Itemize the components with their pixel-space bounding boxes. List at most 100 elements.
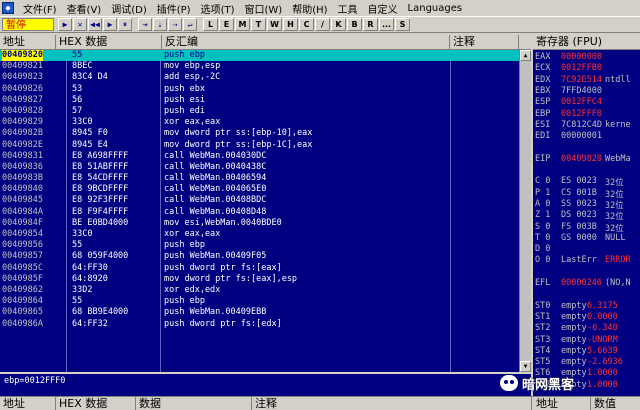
table-row[interactable]: 00409856 55 push ebp: [0, 240, 531, 251]
step-over-icon[interactable]: ⇣: [153, 18, 167, 31]
scroll-down-icon[interactable]: ▼: [520, 361, 531, 372]
register-line[interactable]: EBX 7FFD4000: [535, 86, 640, 97]
register-line[interactable]: ECX 0012FFB0: [535, 63, 640, 74]
register-line[interactable]: A 0 SS 0023 32位: [535, 199, 640, 210]
table-row[interactable]: 0040985C 64:FF30 push dword ptr fs:[eax]: [0, 263, 531, 274]
modules-button[interactable]: E: [219, 18, 234, 31]
menu-customize[interactable]: 自定义: [363, 1, 403, 16]
menu-view[interactable]: 查看(V): [62, 1, 107, 16]
table-row[interactable]: 0040984F BE E0BD4000 mov esi,WebMan.0040BD…: [0, 218, 531, 229]
dump-col-address[interactable]: 地址: [0, 397, 56, 410]
dump-col-hex[interactable]: HEX 数据: [56, 397, 136, 410]
menu-plugins[interactable]: 插件(P): [152, 1, 196, 16]
col-disasm[interactable]: 反汇编: [162, 35, 450, 49]
stack-col-address[interactable]: 地址: [533, 397, 591, 410]
table-row[interactable]: 00409857 68 059F4000 push WebMan.00409F05: [0, 251, 531, 262]
register-line[interactable]: P 1 CS 001B 32位: [535, 188, 640, 199]
register-line[interactable]: Z 1 DS 0023 32位: [535, 210, 640, 221]
table-row[interactable]: 0040982E 8945 E4 mov dword ptr ss:[ebp-1C]…: [0, 140, 531, 151]
scroll-up-icon[interactable]: ▲: [520, 50, 531, 61]
register-line[interactable]: [535, 165, 640, 176]
table-row[interactable]: 00409823 83C4 D4 add esp,-2C: [0, 72, 531, 83]
table-row[interactable]: 00409826 53 push ebx: [0, 84, 531, 95]
menu-debug[interactable]: 调试(D): [106, 1, 152, 16]
table-row[interactable]: 0040984A E8 F9F4FFFF call WebMan.00408D48: [0, 207, 531, 218]
pause-icon[interactable]: ⏸: [118, 18, 132, 31]
table-row[interactable]: 00409845 E8 92F3FFFF call WebMan.00408BDC: [0, 195, 531, 206]
runtrace-button[interactable]: ...: [379, 18, 394, 31]
register-line[interactable]: ST5 empty -2.6936: [535, 357, 640, 368]
register-line[interactable]: ESI 7C812C4D kerne: [535, 120, 640, 131]
register-line[interactable]: ST3 empty -UNORM: [535, 335, 640, 346]
return-icon[interactable]: ↵: [183, 18, 197, 31]
dump-col-ascii[interactable]: 数据: [136, 397, 252, 410]
col-comment[interactable]: 注释: [450, 35, 519, 49]
memory-button[interactable]: M: [235, 18, 250, 31]
menu-file[interactable]: 文件(F): [18, 1, 62, 16]
register-line[interactable]: EIP 00409820 WebMa: [535, 154, 640, 165]
stack-col-value[interactable]: 数值: [591, 397, 640, 410]
close-icon[interactable]: ✕: [73, 18, 87, 31]
table-row[interactable]: 00409864 55 push ebp: [0, 296, 531, 307]
register-line[interactable]: ST1 empty 0.0000: [535, 312, 640, 323]
table-row[interactable]: 0040982B 8945 F0 mov dword ptr ss:[ebp-10]…: [0, 128, 531, 139]
callstack-button[interactable]: K: [331, 18, 346, 31]
register-line[interactable]: ST0 empty 6.3175: [535, 301, 640, 312]
register-line[interactable]: ESP 0012FFC4: [535, 97, 640, 108]
patches-button[interactable]: /: [315, 18, 330, 31]
register-line[interactable]: [535, 142, 640, 153]
references-button[interactable]: R: [363, 18, 378, 31]
threads-button[interactable]: T: [251, 18, 266, 31]
menu-help[interactable]: 帮助(H): [287, 1, 332, 16]
register-line[interactable]: C 0 ES 0023 32位: [535, 176, 640, 187]
col-address[interactable]: 地址: [0, 35, 56, 49]
table-row[interactable]: 00409821 8BEC mov ebp,esp: [0, 61, 531, 72]
source-button[interactable]: S: [395, 18, 410, 31]
step-into-icon[interactable]: ⇥: [138, 18, 152, 31]
run-icon[interactable]: ▶: [58, 18, 72, 31]
cpu-scrollbar[interactable]: ▲ ▼: [519, 50, 531, 372]
table-row[interactable]: 00409829 33C0 xor eax,eax: [0, 117, 531, 128]
table-row[interactable]: 00409828 57 push edi: [0, 106, 531, 117]
register-line[interactable]: ST2 empty -6.340: [535, 323, 640, 334]
table-row[interactable]: 0040983B E8 54CDFFFF call WebMan.00406594: [0, 173, 531, 184]
table-row[interactable]: 00409862 33D2 xor edx,edx: [0, 285, 531, 296]
register-header[interactable]: 寄存器 (FPU): [533, 35, 640, 50]
table-row[interactable]: 00409831 E8 A698FFFF call WebMan.004030DC: [0, 151, 531, 162]
windows-button[interactable]: W: [267, 18, 282, 31]
table-row[interactable]: 0040985F 64:8920 mov dword ptr fs:[eax],es…: [0, 274, 531, 285]
register-line[interactable]: [535, 289, 640, 300]
menu-options[interactable]: 选项(T): [196, 1, 240, 16]
register-line[interactable]: T 0 GS 0000 NULL: [535, 233, 640, 244]
dump-col-comment[interactable]: 注释: [252, 397, 532, 410]
menu-tools[interactable]: 工具: [333, 1, 363, 16]
log-window-button[interactable]: L: [203, 18, 218, 31]
table-row[interactable]: 00409840 E8 9BCDFFFF call WebMan.004065E0: [0, 184, 531, 195]
trace-icon[interactable]: ⇢: [168, 18, 182, 31]
table-row[interactable]: 00409820 55 push ebp: [0, 50, 531, 62]
register-line[interactable]: ST4 empty 5.6639: [535, 346, 640, 357]
app-icon[interactable]: ◆: [2, 2, 14, 14]
table-row[interactable]: 00409854 33C0 xor eax,eax: [0, 229, 531, 240]
register-line[interactable]: EBP 0012FFF0: [535, 109, 640, 120]
register-line[interactable]: [535, 267, 640, 278]
register-line[interactable]: S 0 FS 003B 32位: [535, 222, 640, 233]
register-line[interactable]: EAX 00000000: [535, 52, 640, 63]
table-row[interactable]: 00409827 56 push esi: [0, 95, 531, 106]
register-line[interactable]: EDX 7C92E514 ntdll: [535, 75, 640, 86]
register-line[interactable]: O 0 LastErr ERROR: [535, 255, 640, 266]
table-row[interactable]: 0040986A 64:FF32 push dword ptr fs:[edx]: [0, 319, 531, 330]
register-line[interactable]: D 0: [535, 244, 640, 255]
play-icon[interactable]: ▶: [103, 18, 117, 31]
menu-languages[interactable]: Languages: [403, 3, 468, 14]
col-hex[interactable]: HEX 数据: [56, 35, 162, 49]
table-row[interactable]: 00409865 68 BB9E4000 push WebMan.00409EBB: [0, 307, 531, 318]
restart-icon[interactable]: ◀◀: [88, 18, 102, 31]
register-line[interactable]: EFL 00000246 (NO,N: [535, 278, 640, 289]
cpu-button[interactable]: C: [299, 18, 314, 31]
handles-button[interactable]: H: [283, 18, 298, 31]
menu-window[interactable]: 窗口(W): [240, 1, 288, 16]
breakpoints-button[interactable]: B: [347, 18, 362, 31]
table-row[interactable]: 00409836 E8 51ABFFFF call WebMan.0040438C: [0, 162, 531, 173]
register-line[interactable]: EDI 00000001: [535, 131, 640, 142]
